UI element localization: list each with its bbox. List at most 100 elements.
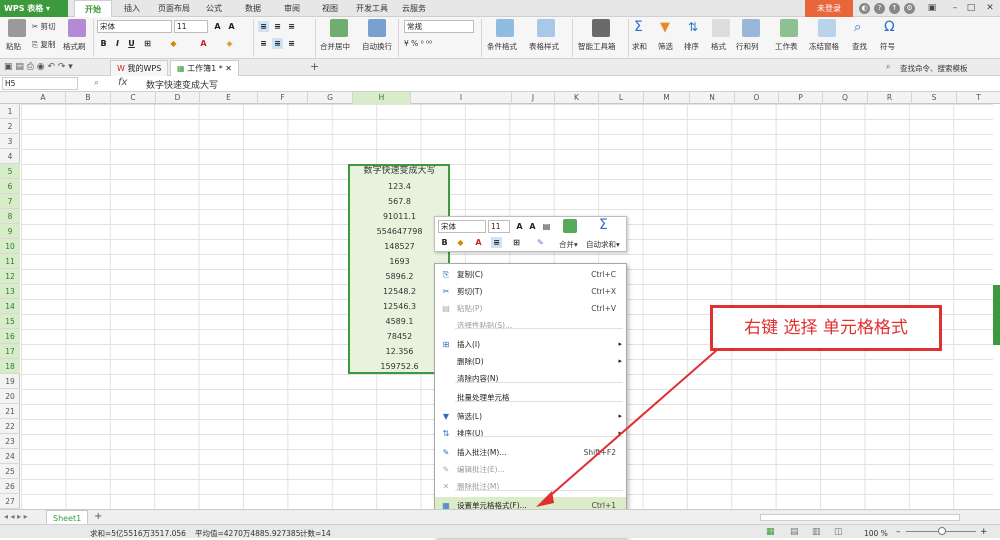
mini-align-icon[interactable]: ≡ (491, 237, 502, 248)
font-color-icon[interactable]: A (198, 38, 209, 49)
horizontal-scrollbar[interactable] (760, 514, 960, 521)
align-middle-icon[interactable]: ≡ (272, 21, 283, 32)
shrink-font-icon[interactable]: A (226, 21, 237, 32)
column-header-q[interactable]: Q (823, 92, 868, 104)
column-header-o[interactable]: O (735, 92, 779, 104)
cell-h-value[interactable]: 123.4 (349, 179, 450, 194)
symbol-label[interactable]: 符号 (880, 41, 895, 52)
zoom-in-icon[interactable]: + (980, 526, 988, 539)
wrap-text-icon[interactable] (368, 19, 386, 37)
column-header-b[interactable]: B (66, 92, 111, 104)
column-header-j[interactable]: J (512, 92, 555, 104)
name-box[interactable]: H5 (2, 77, 78, 90)
format-label[interactable]: 格式 (711, 41, 726, 52)
freeze-panes-icon[interactable] (818, 19, 836, 37)
align-left-icon[interactable]: ≡ (258, 38, 269, 49)
row-header-15[interactable]: 15 (0, 314, 20, 329)
tab-cloud[interactable]: 云服务 (402, 0, 426, 17)
page-layout-view-icon[interactable]: ▤ (790, 526, 799, 539)
row-header-21[interactable]: 21 (0, 404, 20, 419)
menu-item[interactable]: 选择性粘贴(S)... (435, 317, 626, 334)
filter-icon[interactable]: ▼ (660, 20, 670, 35)
row-header-7[interactable]: 7 (0, 194, 20, 209)
cell-h-value[interactable]: 567.8 (349, 194, 450, 209)
format-painter-label[interactable]: 格式刷 (63, 41, 86, 52)
tab-review[interactable]: 审阅 (284, 0, 300, 17)
column-header-l[interactable]: L (599, 92, 644, 104)
side-panel-toggle[interactable] (993, 285, 1000, 345)
column-header-n[interactable]: N (690, 92, 735, 104)
row-header-3[interactable]: 3 (0, 134, 20, 149)
worksheet-icon[interactable] (780, 19, 798, 37)
mini-autosum-label[interactable]: 自动求和▾ (586, 239, 620, 250)
cell-h5-header[interactable]: 数字快速变成大写 (349, 164, 450, 179)
tab-workbook[interactable]: ▦ 工作簿1 * ✕ (170, 60, 239, 76)
freeze-panes-label[interactable]: 冻结窗格 (809, 41, 839, 52)
number-format-buttons[interactable]: ¥ % ⁰ ⁰⁰ (404, 39, 432, 48)
sheet-tab[interactable]: Sheet1 (46, 510, 89, 525)
column-header-d[interactable]: D (156, 92, 200, 104)
column-header-t[interactable]: T (957, 92, 1000, 104)
paste-icon[interactable] (8, 19, 26, 37)
column-header-c[interactable]: C (111, 92, 156, 104)
skin-icon[interactable]: ◐ (859, 3, 870, 14)
mini-border-icon[interactable]: ⊞ (511, 237, 522, 248)
row-header-20[interactable]: 20 (0, 389, 20, 404)
clear-format-icon[interactable]: ◈ (224, 38, 235, 49)
format-icon[interactable] (712, 19, 730, 37)
column-header-g[interactable]: G (308, 92, 353, 104)
row-header-24[interactable]: 24 (0, 449, 20, 464)
row-header-13[interactable]: 13 (0, 284, 20, 299)
restore-icon[interactable]: ▣ (922, 0, 942, 17)
tab-formula[interactable]: 公式 (206, 0, 222, 17)
align-bottom-icon[interactable]: ≡ (286, 21, 297, 32)
column-header-k[interactable]: K (555, 92, 599, 104)
table-style-icon[interactable] (537, 19, 555, 37)
mini-shrink-font-icon[interactable]: A (527, 221, 538, 232)
tab-home[interactable]: 开始 (74, 0, 112, 17)
row-header-9[interactable]: 9 (0, 224, 20, 239)
row-header-12[interactable]: 12 (0, 269, 20, 284)
mini-grow-font-icon[interactable]: A (514, 221, 525, 232)
zoom-icon[interactable]: ⌕ (94, 78, 99, 88)
mini-size-select[interactable]: 11 (488, 220, 510, 233)
conditional-format-label[interactable]: 条件格式 (487, 41, 517, 52)
italic-icon[interactable]: I (112, 38, 123, 49)
row-header-19[interactable]: 19 (0, 374, 20, 389)
rows-cols-icon[interactable] (742, 19, 760, 37)
row-header-6[interactable]: 6 (0, 179, 20, 194)
zoom-slider-handle[interactable] (938, 527, 946, 535)
align-center-icon[interactable]: ≡ (272, 38, 283, 49)
login-button[interactable]: 未登录 (805, 0, 853, 17)
column-header-s[interactable]: S (912, 92, 957, 104)
align-right-icon[interactable]: ≡ (286, 38, 297, 49)
row-header-4[interactable]: 4 (0, 149, 20, 164)
row-header-17[interactable]: 17 (0, 344, 20, 359)
font-name-select[interactable]: 宋体 (97, 20, 172, 33)
cut-button[interactable]: ✂ 剪切 (32, 21, 56, 32)
search-icon[interactable]: ⌕ (886, 62, 890, 72)
format-painter-icon[interactable] (68, 19, 86, 37)
settings-icon[interactable]: ⚙ (904, 3, 915, 14)
sheet-nav-icons[interactable]: ◂ ◂ ▸ ▸ (4, 512, 28, 521)
row-header-10[interactable]: 10 (0, 239, 20, 254)
font-size-select[interactable]: 11 (174, 20, 208, 33)
page-break-view-icon[interactable]: ▥ (812, 526, 821, 539)
column-header-i[interactable]: I (411, 92, 512, 104)
merge-center-label[interactable]: 合并居中 (320, 41, 350, 52)
tab-view[interactable]: 视图 (322, 0, 338, 17)
row-header-18[interactable]: 18 (0, 359, 20, 374)
conditional-format-icon[interactable] (496, 19, 514, 37)
sort-icon[interactable]: ⇅ (688, 20, 698, 34)
zoom-out-icon[interactable]: – (896, 526, 901, 539)
row-header-16[interactable]: 16 (0, 329, 20, 344)
find-label[interactable]: 查找 (852, 41, 867, 52)
worksheet-label[interactable]: 工作表 (775, 41, 798, 52)
row-header-14[interactable]: 14 (0, 299, 20, 314)
column-header-r[interactable]: R (868, 92, 912, 104)
menu-item[interactable]: ⎘ 复制(C) Ctrl+C (435, 266, 626, 283)
row-header-23[interactable]: 23 (0, 434, 20, 449)
fill-color-icon[interactable]: ◆ (168, 38, 179, 49)
sum-icon[interactable]: Σ (634, 19, 643, 35)
reading-view-icon[interactable]: ◫ (834, 526, 843, 539)
